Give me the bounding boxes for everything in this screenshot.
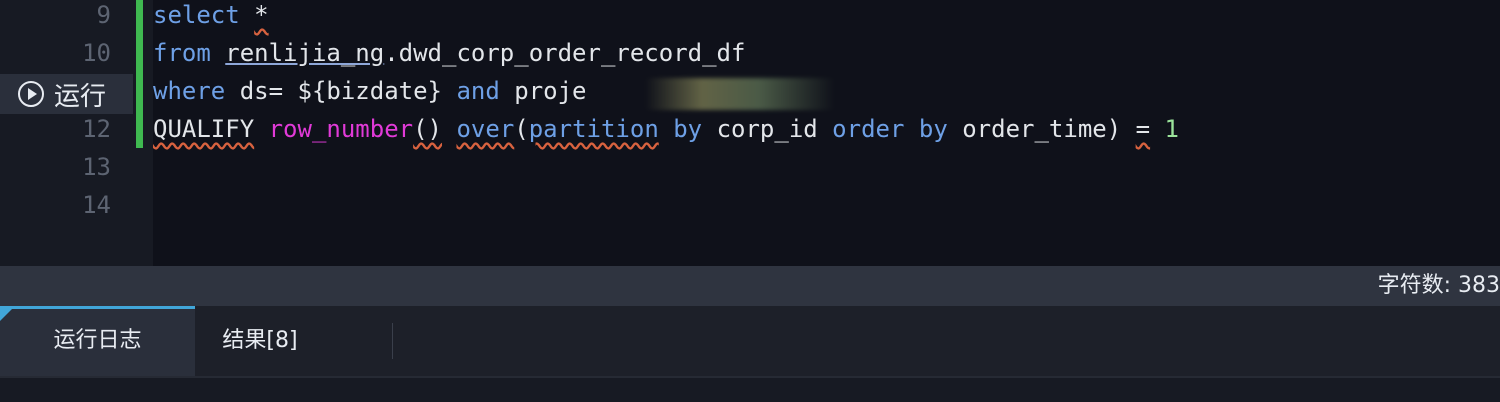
keyword-select: select [153,1,240,29]
operator-equals: = [1135,115,1151,143]
tab-run-log[interactable]: 运行日志 [0,306,195,376]
schema-name: renlijia_ng [225,39,385,67]
keyword-order: order [832,115,905,143]
column-ds: ds= [225,77,298,105]
tab-results-label: 结果[8] [222,328,298,353]
keyword-partition: partition [528,115,659,143]
code-line-10[interactable]: from renlijia_ng.dwd_corp_order_record_d… [153,34,745,72]
line-number: 9 [96,1,111,29]
panel-content [0,376,1500,402]
tab-results[interactable]: 结果[8] [195,306,325,376]
tab-divider [392,323,393,359]
open-paren: ( [514,115,529,143]
line-number: 13 [82,153,111,181]
function-row-number: row_number [268,115,414,143]
char-count: 字符数: 383 [1377,273,1500,298]
column-order-time: order_time) [947,115,1136,143]
panel-tab-bar: 运行日志 结果[8] [0,306,1500,376]
line-number: 12 [82,115,111,143]
line-number: 14 [82,191,111,219]
keyword-from: from [153,39,211,67]
run-button-label: 运行 [54,81,107,112]
param-bizdate: ${bizdate} [297,77,443,105]
status-bar: 字符数: 383 [0,266,1500,306]
keyword-where: where [153,77,226,105]
table-name: .dwd_corp_order_record_df [384,39,746,67]
run-button[interactable]: 运行 [0,74,133,114]
keyword-qualify: QUALIFY [153,115,255,143]
keyword-by: by [673,115,703,143]
code-line-9[interactable]: select * [153,0,269,34]
active-tab-corner [0,309,12,321]
code-line-12[interactable]: QUALIFY row_number() over(partition by c… [153,110,1179,148]
column-corp-id: corp_id [702,115,833,143]
line-number-gutter: 9 10 12 13 14 运行 [0,0,153,266]
number-literal: 1 [1164,115,1179,143]
line-number: 10 [82,39,111,67]
redaction-mask [645,78,835,110]
keyword-and: and [456,77,500,105]
tab-run-log-label: 运行日志 [53,328,142,353]
column-project: proje [499,77,587,105]
keyword-by: by [918,115,948,143]
wildcard: * [254,1,269,29]
code-line-11[interactable]: where ds= ${bizdate} and proje [153,72,587,110]
code-editor[interactable]: 9 10 12 13 14 运行 select * from renlijia_… [0,0,1500,266]
parens: () [413,115,443,143]
play-circle-icon [18,81,44,107]
keyword-over: over [456,115,515,143]
change-indicator-bar [136,0,143,148]
bottom-panel: 运行日志 结果[8] [0,306,1500,402]
